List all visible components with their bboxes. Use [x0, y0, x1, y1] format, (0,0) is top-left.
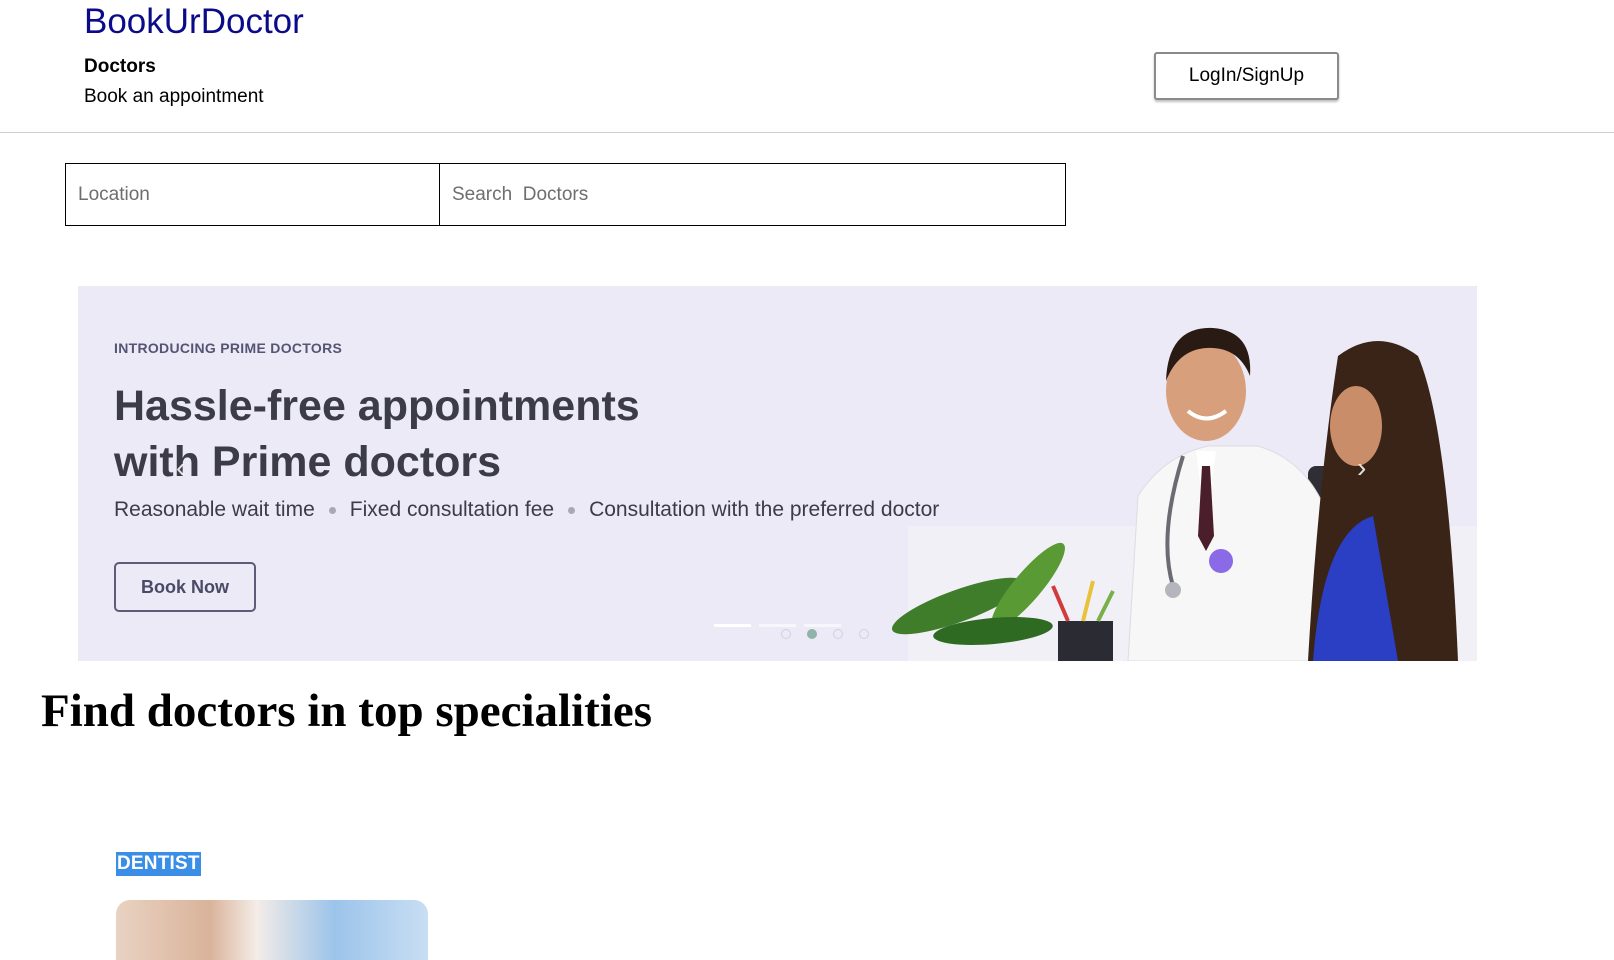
- banner-headline: Hassle-free appointments with Prime doct…: [114, 378, 640, 490]
- login-signup-button[interactable]: LogIn/SignUp: [1154, 52, 1339, 100]
- promo-banner-carousel: INTRODUCING PRIME DOCTORS Hassle-free ap…: [78, 286, 1477, 661]
- top-header: BookUrDoctor Doctors Book an appointment…: [0, 0, 1614, 133]
- search-bar: [65, 163, 1066, 226]
- feature-wait-time: Reasonable wait time: [114, 498, 315, 521]
- book-now-button[interactable]: Book Now: [114, 562, 256, 612]
- feature-preferred-doctor: Consultation with the preferred doctor: [589, 498, 940, 521]
- carousel-dot[interactable]: [781, 629, 791, 639]
- banner-features: Reasonable wait time Fixed consultation …: [114, 498, 939, 522]
- carousel-dot[interactable]: [807, 629, 817, 639]
- nav-doctors-title[interactable]: Doctors: [84, 56, 156, 78]
- search-doctors-input[interactable]: [440, 163, 1066, 226]
- carousel-indicator[interactable]: [804, 624, 841, 627]
- nav-doctors-subtitle: Book an appointment: [84, 86, 264, 107]
- carousel-prev-icon[interactable]: ‹: [176, 452, 185, 484]
- carousel-next-icon[interactable]: ›: [1357, 452, 1366, 484]
- bullet-dot-icon: [568, 506, 576, 514]
- carousel-indicators: [714, 624, 841, 627]
- carousel-dot[interactable]: [833, 629, 843, 639]
- carousel-dot[interactable]: [859, 629, 869, 639]
- banner-headline-line2: with Prime doctors: [114, 438, 502, 486]
- banner-headline-line1: Hassle-free appointments: [114, 382, 640, 430]
- feature-fixed-fee: Fixed consultation fee: [349, 498, 555, 521]
- banner-eyebrow: INTRODUCING PRIME DOCTORS: [114, 340, 343, 356]
- carousel-indicator[interactable]: [759, 624, 796, 627]
- carousel-indicator[interactable]: [714, 624, 751, 627]
- speciality-card-dentist-image[interactable]: [116, 900, 428, 960]
- location-input[interactable]: [65, 163, 440, 226]
- bullet-dot-icon: [328, 506, 336, 514]
- carousel-dots: [781, 629, 869, 639]
- brand-logo-text[interactable]: BookUrDoctor: [84, 2, 304, 42]
- speciality-label-dentist[interactable]: DENTIST: [116, 852, 201, 876]
- specialities-section-title: Find doctors in top specialities: [41, 685, 653, 737]
